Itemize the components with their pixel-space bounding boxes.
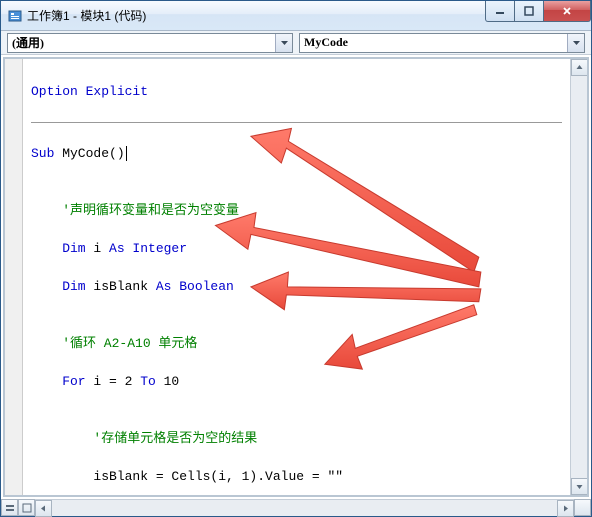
code-text: i: [86, 241, 109, 256]
code-comment: '循环 A2-A10 单元格: [31, 334, 562, 353]
code-text: Sub: [31, 146, 54, 161]
code-comment: '存储单元格是否为空的结果: [31, 429, 562, 448]
vba-editor-window: 工作簿1 - 模块1 (代码) (通用) MyCode Option Expli…: [0, 0, 592, 517]
chevron-down-icon: [275, 34, 292, 52]
code-text: For: [31, 374, 86, 389]
scroll-track[interactable]: [571, 76, 587, 478]
minimize-button[interactable]: [485, 1, 515, 22]
window-controls: [486, 1, 591, 22]
view-buttons: [1, 499, 35, 516]
code-text: Option Explicit: [31, 84, 148, 99]
object-dropdown-text: (通用): [8, 34, 48, 51]
separator-line: [31, 122, 562, 123]
procedure-view-button[interactable]: [1, 499, 18, 516]
code-text: As Boolean: [156, 279, 234, 294]
code-text: i = 2: [86, 374, 141, 389]
bottom-bar: [1, 499, 591, 516]
code-text: 10: [156, 374, 179, 389]
scroll-left-button[interactable]: [35, 500, 52, 517]
vertical-scrollbar[interactable]: [570, 59, 587, 495]
text-cursor: [126, 146, 127, 161]
code-text: As Integer: [109, 241, 187, 256]
code-text: Dim: [31, 241, 86, 256]
procedure-dropdown-text: MyCode: [300, 35, 352, 50]
scroll-down-button[interactable]: [571, 478, 588, 495]
chevron-down-icon: [567, 34, 584, 52]
full-module-view-button[interactable]: [18, 499, 35, 516]
object-dropdown[interactable]: (通用): [7, 33, 293, 53]
window-title: 工作簿1 - 模块1 (代码): [27, 7, 486, 24]
code-text: isBlank = Cells(i, 1).Value = "": [31, 467, 562, 486]
procedure-dropdown[interactable]: MyCode: [299, 33, 585, 53]
dropdown-row: (通用) MyCode: [1, 31, 591, 55]
code-text: isBlank: [86, 279, 156, 294]
scroll-up-button[interactable]: [571, 59, 588, 76]
margin-strip: [5, 59, 23, 495]
titlebar[interactable]: 工作簿1 - 模块1 (代码): [1, 1, 591, 31]
scrollbar-corner: [574, 499, 591, 516]
horizontal-scrollbar[interactable]: [35, 499, 574, 516]
scroll-track[interactable]: [52, 500, 557, 516]
scroll-right-button[interactable]: [557, 500, 574, 517]
code-text: Dim: [31, 279, 86, 294]
code-comment: '声明循环变量和是否为空变量: [31, 201, 562, 220]
code-text: MyCode(): [54, 146, 124, 161]
app-icon: [7, 8, 23, 24]
close-button[interactable]: [543, 1, 591, 22]
code-pane: Option Explicit Sub MyCode() '声明循环变量和是否为…: [3, 57, 589, 497]
maximize-button[interactable]: [514, 1, 544, 22]
code-text: To: [140, 374, 156, 389]
code-editor[interactable]: Option Explicit Sub MyCode() '声明循环变量和是否为…: [23, 59, 570, 495]
